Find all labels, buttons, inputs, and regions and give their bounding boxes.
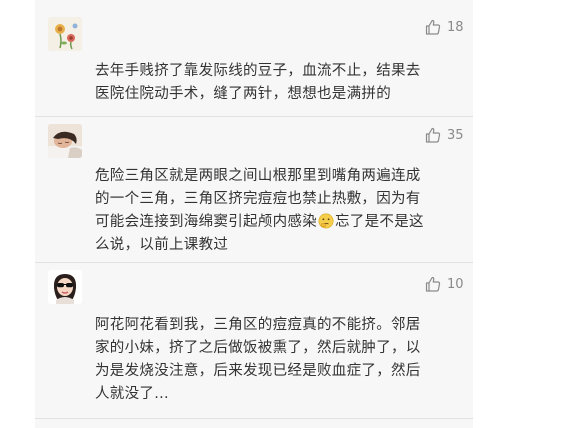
comment-text: 阿花阿花看到我，三角区的痘痘真的不能挤。邻居 家的小妹，挤了之后做饭被熏了，然后… [95,314,455,406]
comment-line: 么说，以前上课教过 [95,237,229,253]
like-button[interactable]: 18 [425,17,464,37]
comment-line: 可能会连接到海绵窦引起颅内感染 忘了是不是这 [95,211,455,234]
thumbs-up-icon [425,127,441,143]
comment-line: 危险三角区就是两眼之间山根那里到嘴角两遍连成 [95,168,421,184]
girl-with-sunglasses-avatar-icon[interactable] [48,270,82,304]
comment-line: 阿花阿花看到我，三角区的痘痘真的不能挤。邻居 [95,317,421,333]
screenshot: 18 去年手贱挤了靠发际线的豆子，血流不止，结果去 医院住院动手术，缝了两针，想… [0,0,562,428]
comment-line: 家的小妹，挤了之后做饭被熏了，然后就肿了，以 [95,340,421,356]
like-button[interactable]: 10 [425,274,464,294]
thinking-emoji-icon [318,213,334,229]
comment-line-part: 可能会连接到海绵窦引起颅内感染 [95,214,317,230]
like-count: 18 [447,19,464,35]
comment-line: 为是发烧没注意，后来发现已经是败血症了，然后 [95,363,421,379]
comment-item: 35 危险三角区就是两眼之间山根那里到嘴角两遍连成 的一个三角，三角区挤完痘痘也… [35,116,473,262]
flower-drawing-avatar-icon[interactable] [48,17,82,51]
comment-line-part: 忘了是不是这 [335,214,424,230]
comment-line: 医院住院动手术，缝了两针，想想也是满拼的 [95,86,391,102]
comment-item: 10 阿花阿花看到我，三角区的痘痘真的不能挤。邻居 家的小妹，挤了之后做饭被熏了… [35,262,473,428]
divider [35,418,473,419]
person-photo-avatar-icon[interactable] [48,124,82,158]
like-count: 10 [447,276,464,292]
like-count: 35 [447,127,464,143]
comment-text: 去年手贱挤了靠发际线的豆子，血流不止，结果去 医院住院动手术，缝了两针，想想也是… [95,60,455,106]
comment-line: 去年手贱挤了靠发际线的豆子，血流不止，结果去 [95,63,421,79]
thumbs-up-icon [425,276,441,292]
comment-line: 的一个三角，三角区挤完痘痘也禁止热敷，因为有 [95,191,421,207]
comment-text: 危险三角区就是两眼之间山根那里到嘴角两遍连成 的一个三角，三角区挤完痘痘也禁止热… [95,165,455,257]
thumbs-up-icon [425,19,441,35]
comment-item: 18 去年手贱挤了靠发际线的豆子，血流不止，结果去 医院住院动手术，缝了两针，想… [35,0,473,116]
comment-line: 人就没了... [95,386,169,402]
like-button[interactable]: 35 [425,125,464,145]
